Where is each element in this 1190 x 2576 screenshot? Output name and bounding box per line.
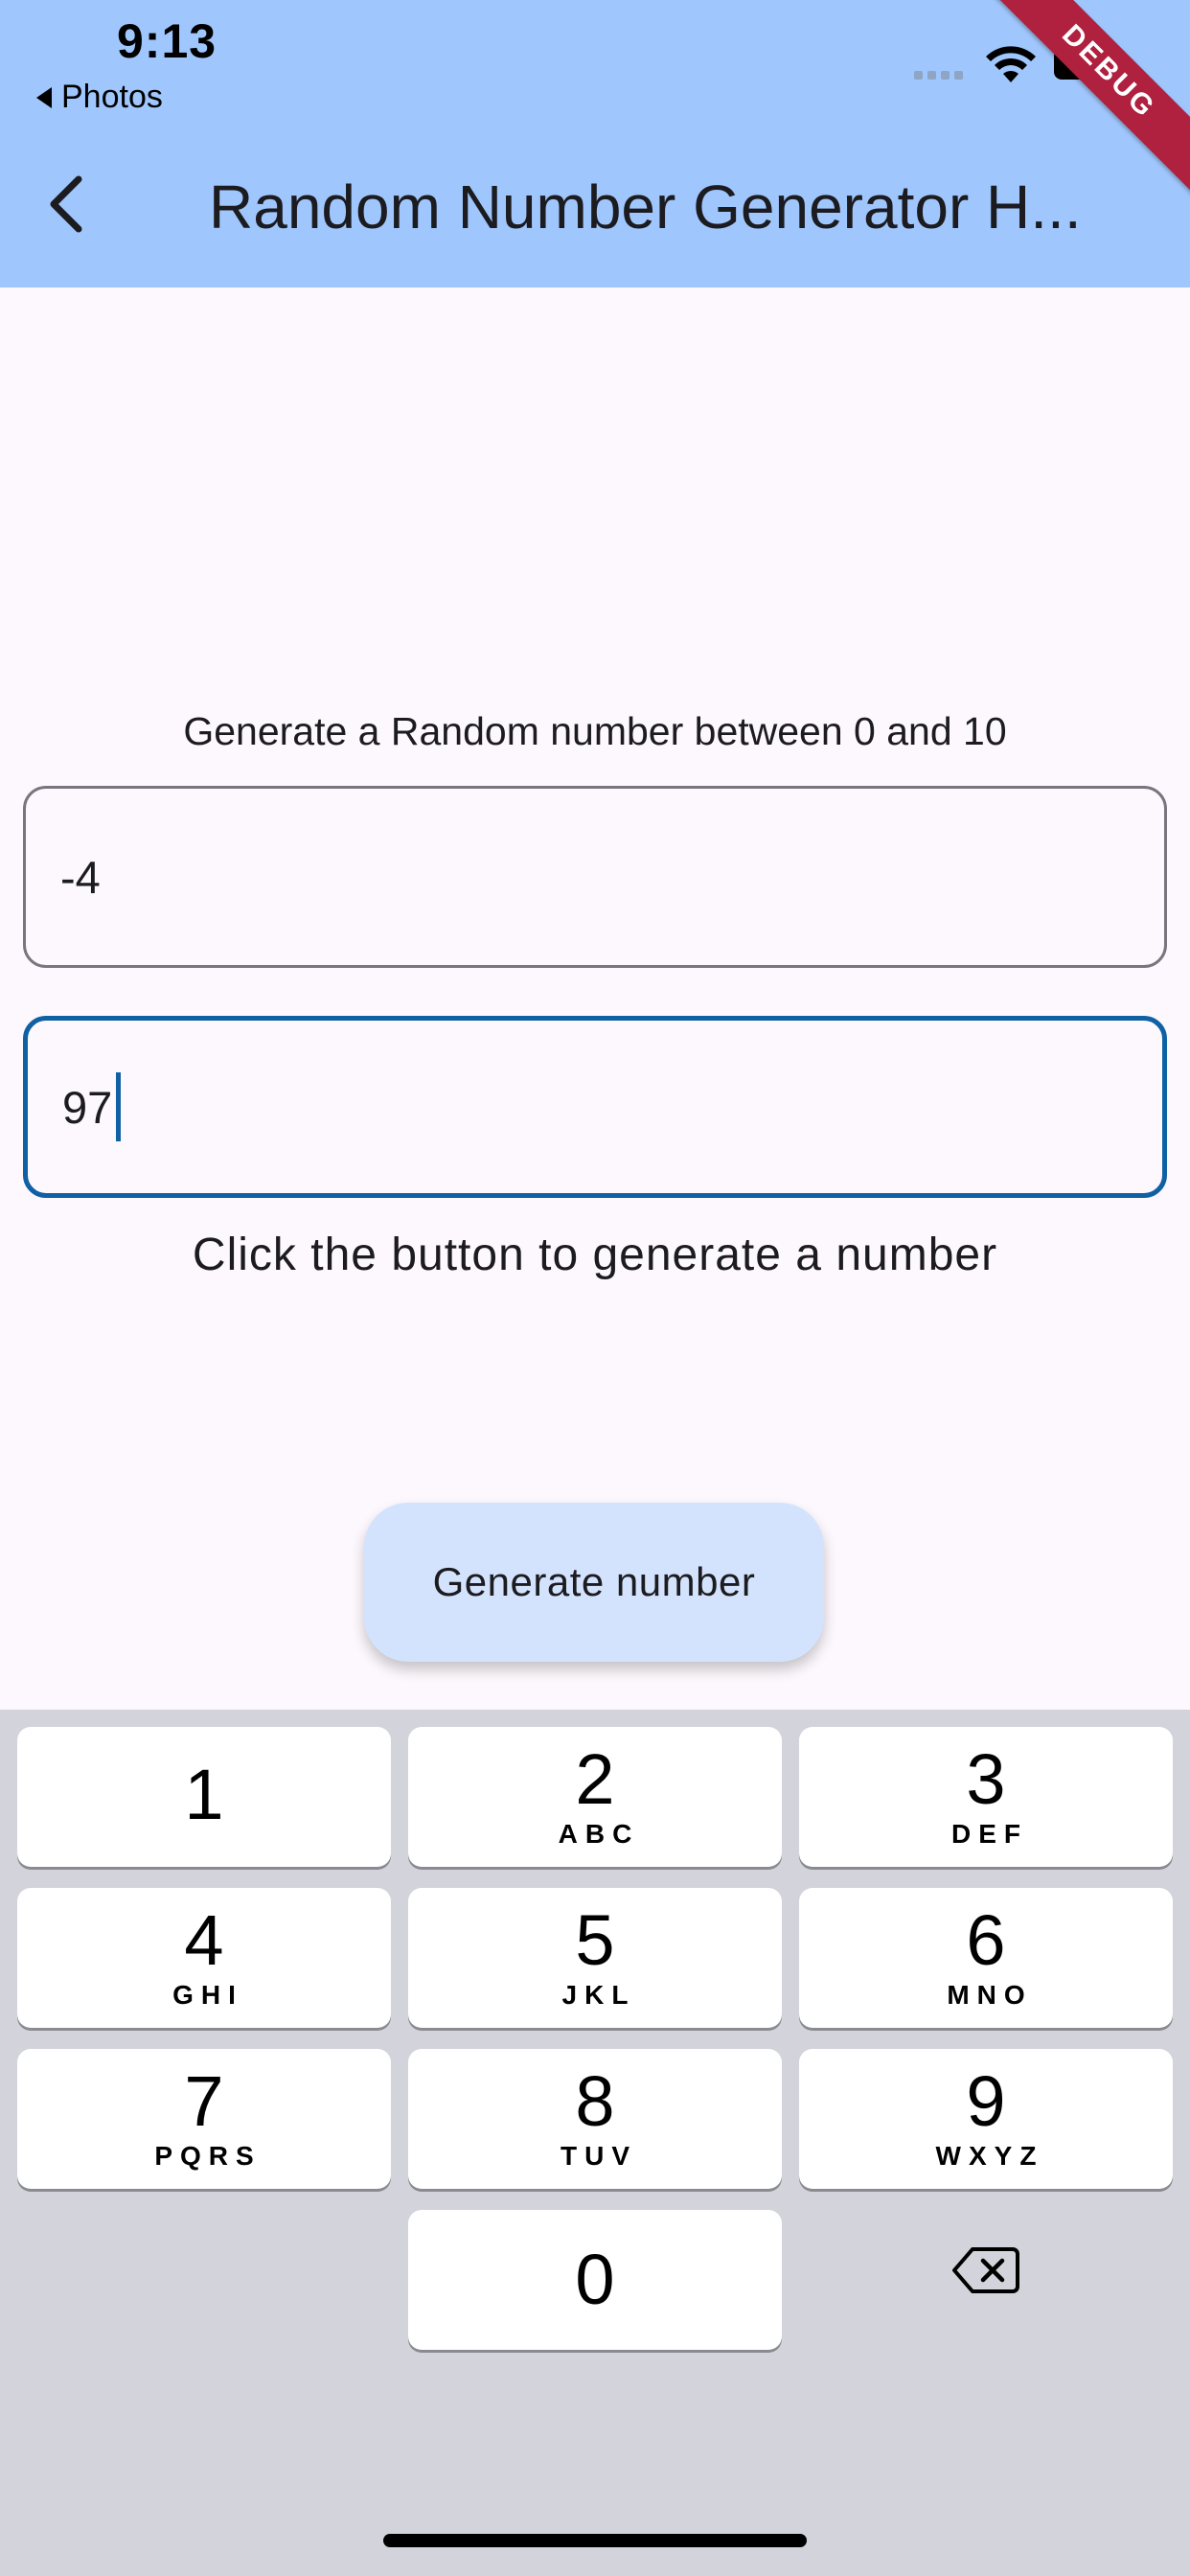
back-to-photos-link[interactable]: Photos	[36, 79, 163, 116]
back-app-label: Photos	[61, 79, 163, 115]
key-1[interactable]: 1	[17, 1727, 391, 1867]
back-button[interactable]	[34, 171, 96, 238]
key-8[interactable]: 8 TUV	[408, 2049, 782, 2189]
key-6[interactable]: 6 MNO	[799, 1888, 1173, 2028]
min-number-value: -4	[60, 851, 101, 903]
key-letters: JKL	[561, 1980, 636, 2010]
result-text: Click the button to generate a number	[192, 1230, 998, 1280]
generate-number-button[interactable]: Generate number	[364, 1503, 824, 1662]
max-number-value: 97	[62, 1081, 113, 1133]
key-0[interactable]: 0	[408, 2210, 782, 2350]
numeric-keyboard: 1 2 ABC 3 DEF 4 GHI 5 JKL 6 MNO 7 PQRS 8…	[0, 1710, 1190, 2576]
range-label: Generate a Random number between 0 and 1…	[183, 709, 1007, 753]
backspace-icon	[952, 2247, 1019, 2293]
key-number: 4	[184, 1900, 224, 1980]
back-triangle-icon	[36, 86, 52, 108]
key-number: 2	[575, 1739, 615, 1819]
key-number: 8	[575, 2061, 615, 2141]
key-3[interactable]: 3 DEF	[799, 1727, 1173, 1867]
key-number: 5	[575, 1900, 615, 1980]
key-letters: MNO	[947, 1980, 1033, 2010]
status-time: 9:13	[117, 14, 217, 68]
key-number: 3	[966, 1739, 1006, 1819]
key-number: 7	[184, 2061, 224, 2141]
key-7[interactable]: 7 PQRS	[17, 2049, 391, 2189]
max-number-field[interactable]: 97	[23, 1016, 1167, 1198]
text-cursor	[116, 1072, 122, 1141]
key-number: 9	[966, 2061, 1006, 2141]
key-letters: DEF	[951, 1819, 1028, 1849]
key-number: 0	[575, 2240, 615, 2319]
key-9[interactable]: 9 WXYZ	[799, 2049, 1173, 2189]
key-number: 6	[966, 1900, 1006, 1980]
key-number: 1	[184, 1755, 224, 1834]
key-2[interactable]: 2 ABC	[408, 1727, 782, 1867]
min-number-field[interactable]: -4	[23, 786, 1167, 968]
key-letters: WXYZ	[935, 2141, 1044, 2171]
page-title: Random Number Generator H...	[209, 172, 1082, 242]
key-letters: GHI	[172, 1980, 243, 2010]
key-letters: TUV	[561, 2141, 637, 2171]
key-letters: ABC	[558, 1819, 640, 1849]
key-letters: PQRS	[154, 2141, 262, 2171]
key-4[interactable]: 4 GHI	[17, 1888, 391, 2028]
key-5[interactable]: 5 JKL	[408, 1888, 782, 2028]
cellular-signal-icon	[914, 71, 963, 80]
wifi-icon	[986, 46, 1036, 82]
chevron-left-icon	[50, 175, 82, 233]
home-indicator[interactable]	[383, 2534, 807, 2547]
app-bar: 9:13 Photos DEBUG Random Number Generato…	[0, 0, 1190, 288]
delete-key[interactable]	[799, 2200, 1173, 2340]
